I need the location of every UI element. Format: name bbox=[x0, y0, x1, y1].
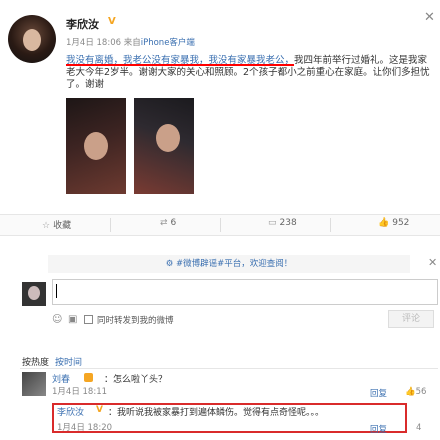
repost-count: 6 bbox=[170, 218, 177, 228]
thumbs-up-icon: 👍 bbox=[378, 218, 390, 228]
image-icon[interactable]: ▣ bbox=[68, 314, 77, 325]
comment-input[interactable] bbox=[52, 279, 438, 305]
comment-like-count[interactable]: 4 bbox=[416, 423, 421, 433]
post-photo[interactable] bbox=[66, 98, 126, 194]
sort-by-time-tab[interactable]: 按时间 bbox=[55, 355, 82, 368]
reply-button[interactable]: 回复 bbox=[370, 387, 387, 399]
repost-button[interactable]: ⇄ 6 bbox=[160, 218, 176, 228]
author-avatar[interactable] bbox=[8, 15, 56, 63]
author-name[interactable]: 李欣汝 bbox=[66, 16, 99, 32]
close-icon[interactable]: ✕ bbox=[428, 256, 437, 269]
notice-text: #微博辟谣#平台，欢迎查阅！ bbox=[176, 259, 293, 269]
comment-like-count: 56 bbox=[415, 387, 427, 397]
comment-like-button[interactable]: 👍56 bbox=[405, 387, 426, 397]
post-body-highlight: 我没有离婚，我老公没有家暴我，我没有家暴我老公， bbox=[66, 55, 295, 66]
star-icon: ☆ bbox=[42, 221, 51, 231]
commenter-avatar[interactable] bbox=[22, 372, 46, 396]
divider bbox=[110, 218, 111, 232]
sort-by-hot-tab[interactable]: 按热度 bbox=[22, 355, 49, 368]
comment-button[interactable]: ▭ 238 bbox=[268, 218, 297, 228]
commenter-name[interactable]: 刘春 bbox=[52, 372, 70, 385]
text-caret bbox=[56, 284, 57, 298]
favorite-button[interactable]: ☆ 收藏 bbox=[42, 218, 71, 231]
info-icon: ⚙ bbox=[165, 259, 177, 269]
member-badge-icon bbox=[84, 373, 93, 382]
reply-button[interactable]: 回复 bbox=[370, 423, 387, 435]
repost-icon: ⇄ bbox=[160, 218, 168, 228]
submit-comment-button[interactable]: 评论 bbox=[388, 310, 434, 328]
avatar bbox=[22, 282, 46, 306]
post-body: 我没有离婚，我老公没有家暴我，我没有家暴我老公，我四年前举行过婚礼。这是我家老大… bbox=[66, 55, 436, 91]
comment-time: 1月4日 18:11 bbox=[52, 387, 108, 397]
post-source[interactable]: iPhone客户端 bbox=[141, 38, 195, 48]
repost-checkbox[interactable] bbox=[84, 315, 93, 324]
notice-banner[interactable]: ⚙ #微博辟谣#平台，欢迎查阅！ bbox=[48, 255, 410, 273]
verified-icon: V bbox=[108, 16, 116, 27]
comment-count: 238 bbox=[279, 218, 297, 228]
post-date[interactable]: 1月4日 18:06 bbox=[66, 38, 121, 48]
source-prefix: 来自 bbox=[123, 38, 141, 48]
like-button[interactable]: 👍 952 bbox=[378, 218, 409, 228]
post-meta: 1月4日 18:06 来自iPhone客户端 bbox=[66, 36, 195, 48]
post-photo[interactable] bbox=[134, 98, 194, 194]
comment-time: 1月4日 18:20 bbox=[57, 423, 113, 433]
repost-label: 同时转发到我的微博 bbox=[97, 316, 174, 326]
emoji-icon[interactable]: ☺ bbox=[52, 314, 62, 325]
divider bbox=[330, 218, 331, 232]
comment-icon: ▭ bbox=[268, 218, 277, 228]
favorite-label: 收藏 bbox=[53, 221, 72, 231]
divider bbox=[220, 218, 221, 232]
close-icon[interactable]: ✕ bbox=[424, 10, 435, 25]
comment-text: ：怎么啦丫头？ bbox=[104, 375, 168, 385]
like-count: 952 bbox=[392, 218, 410, 228]
comment-text: ：我听说我被家暴打到遍体鳞伤。觉得有点奇怪呢。。。 bbox=[108, 408, 325, 418]
verified-icon: V bbox=[96, 405, 103, 415]
divider bbox=[20, 368, 438, 369]
commenter-name[interactable]: 李欣汝 bbox=[57, 405, 84, 418]
